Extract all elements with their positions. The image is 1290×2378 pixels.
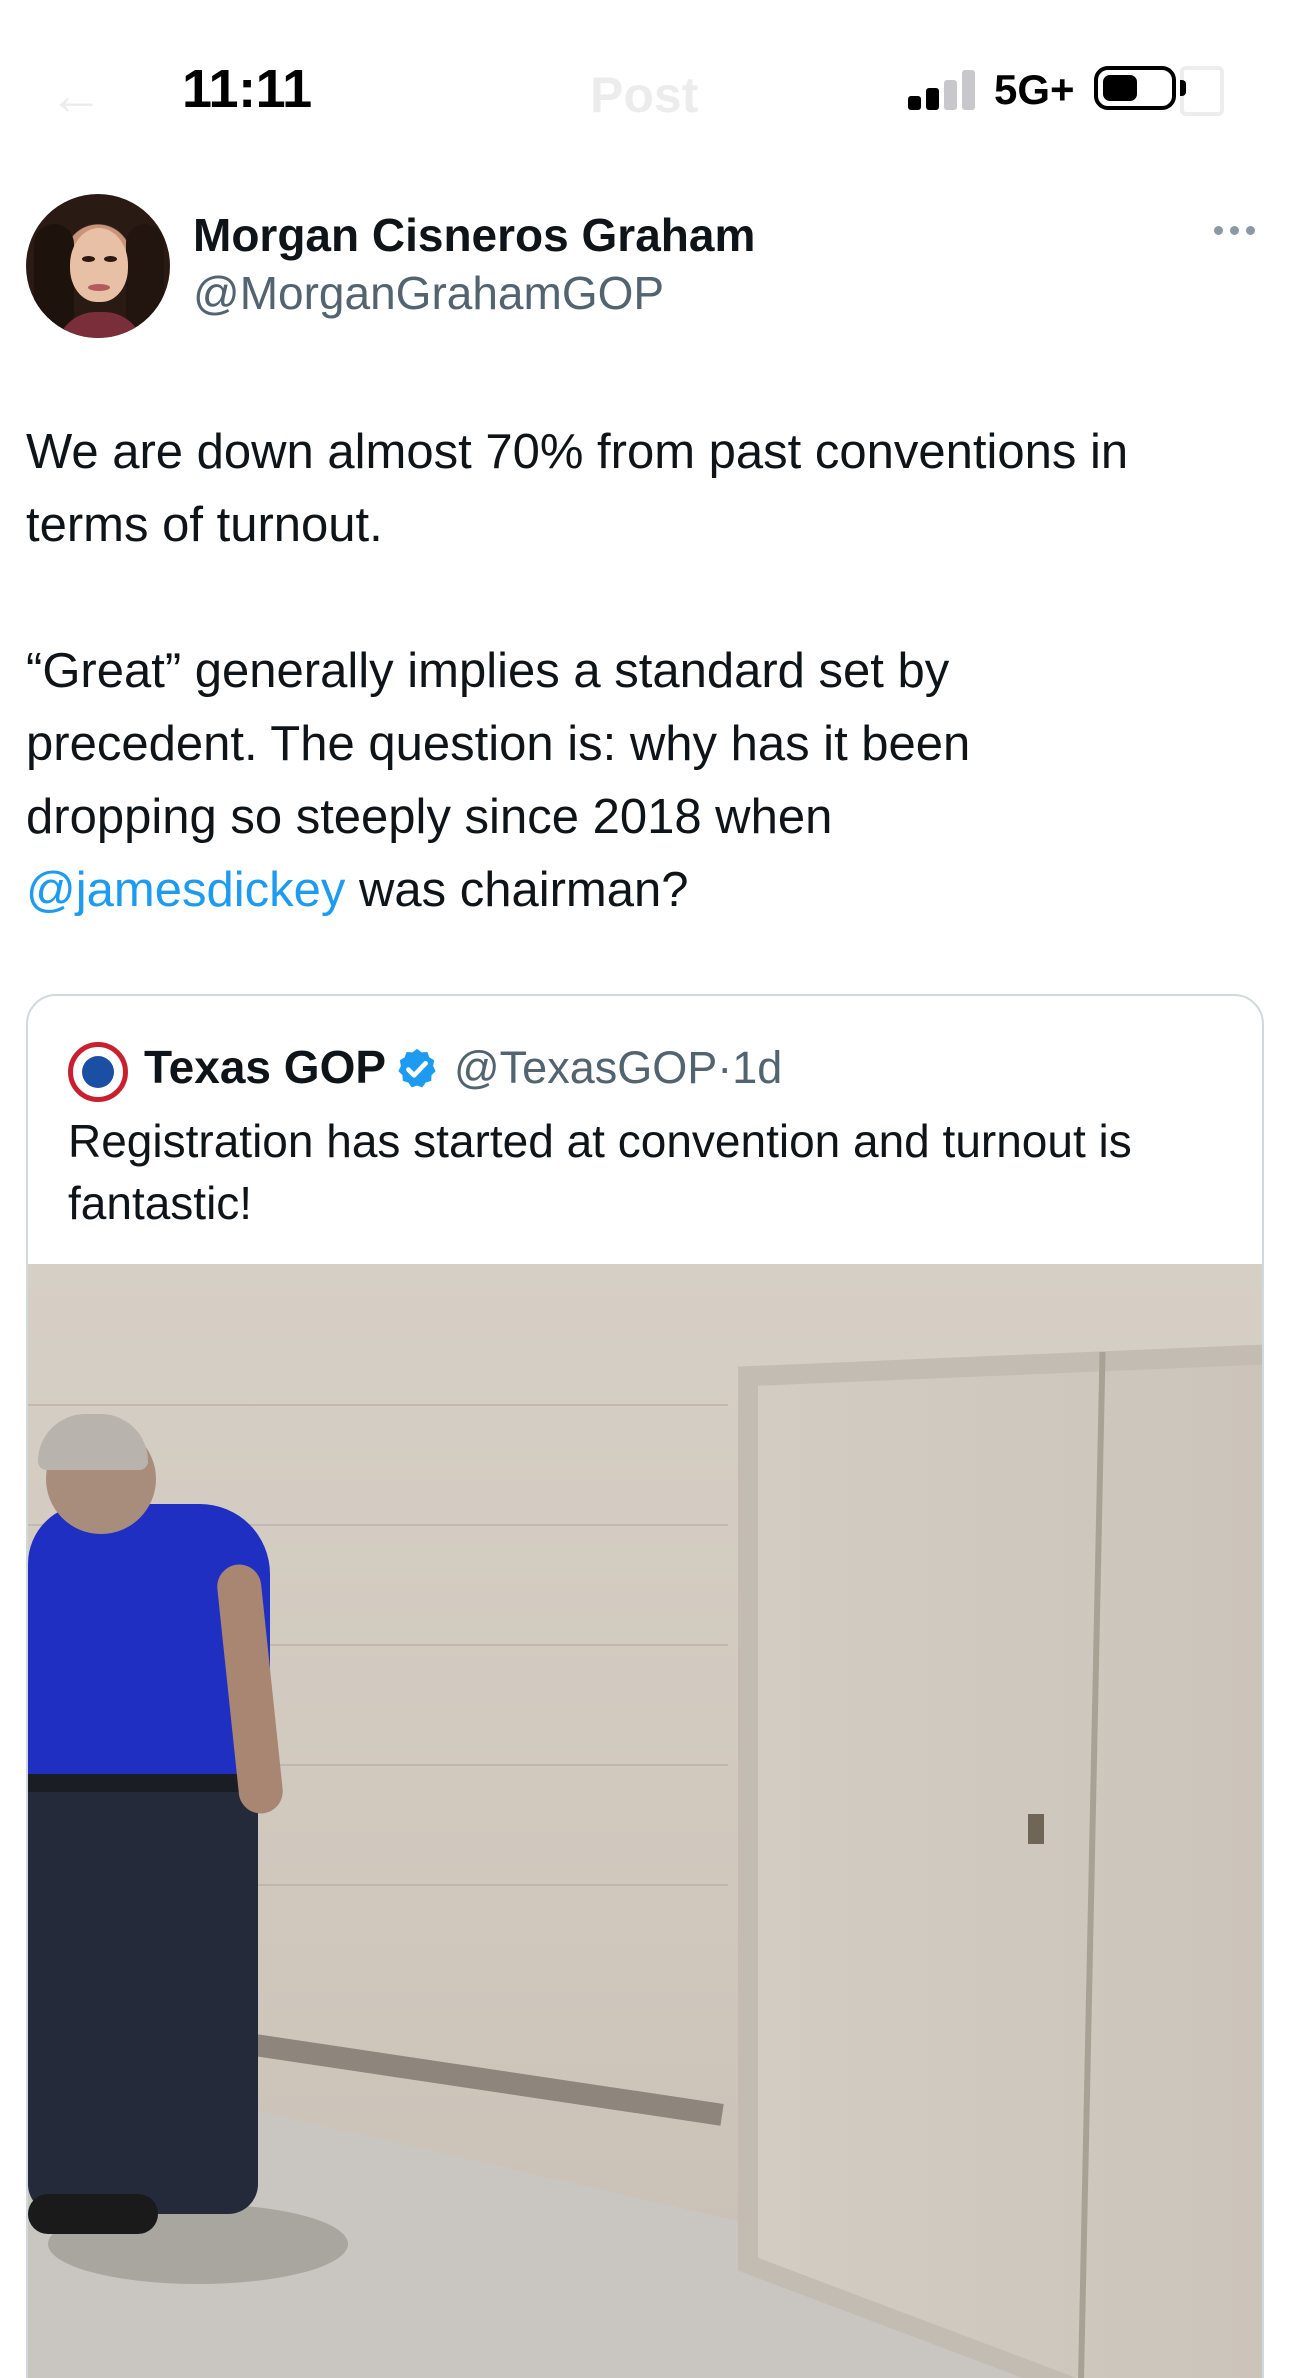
texas-gop-logo-icon [68,1042,128,1102]
quoted-video-frame[interactable] [28,1264,1262,2378]
status-bar: 11:11 5G+ [0,0,1290,160]
verified-badge-icon [398,1048,436,1088]
quoted-age: 1d [732,1042,783,1093]
quoted-post-text: Registration has started at convention a… [68,1115,1132,1229]
door-handle [1028,1814,1044,1844]
quoted-meta: @TexasGOP·1d [454,1042,782,1094]
post-text-line: We are down almost 70% from past convent… [26,425,1129,479]
door [758,1364,1262,2378]
mention-suffix: was chairman? [345,863,689,917]
post-detail-screen: ← Post 11:11 5G+ Morgan Cisneros Graham … [0,0,1290,2378]
quoted-author-name: Texas GOP [144,1041,387,1093]
author-name[interactable]: Morgan Cisneros Graham [193,208,755,262]
post-text-line: dropping so steeply since 2018 when [26,790,833,844]
person-pants [28,1784,258,2214]
person-belt [28,1774,260,1792]
post-text-line: precedent. The question is: why has it b… [26,717,971,771]
status-time: 11:11 [182,59,312,119]
person-hair [38,1414,148,1470]
battery-icon [1094,66,1176,110]
mention-link[interactable]: @jamesdickey [26,863,345,917]
battery-tip [1180,80,1186,96]
signal-icon [908,70,978,110]
meta-separator: · [717,1042,733,1093]
quoted-post-card[interactable]: Texas GOP @TexasGOP·1d Registration has … [26,994,1264,2378]
person-shoe [28,2194,158,2234]
network-label: 5G+ [994,66,1075,113]
baseboard [186,2024,724,2126]
post-text: We are down almost 70% from past convent… [26,416,1266,927]
post-text-line: terms of turnout. [26,498,383,552]
post-text-line: “Great” generally implies a standard set… [26,644,950,698]
post-text-line: @jamesdickey was chairman? [26,854,1266,927]
avatar[interactable] [26,194,170,338]
quoted-author-handle: @TexasGOP [454,1042,718,1093]
author-handle[interactable]: @MorganGrahamGOP [193,266,664,320]
more-options-icon[interactable] [1214,226,1258,238]
